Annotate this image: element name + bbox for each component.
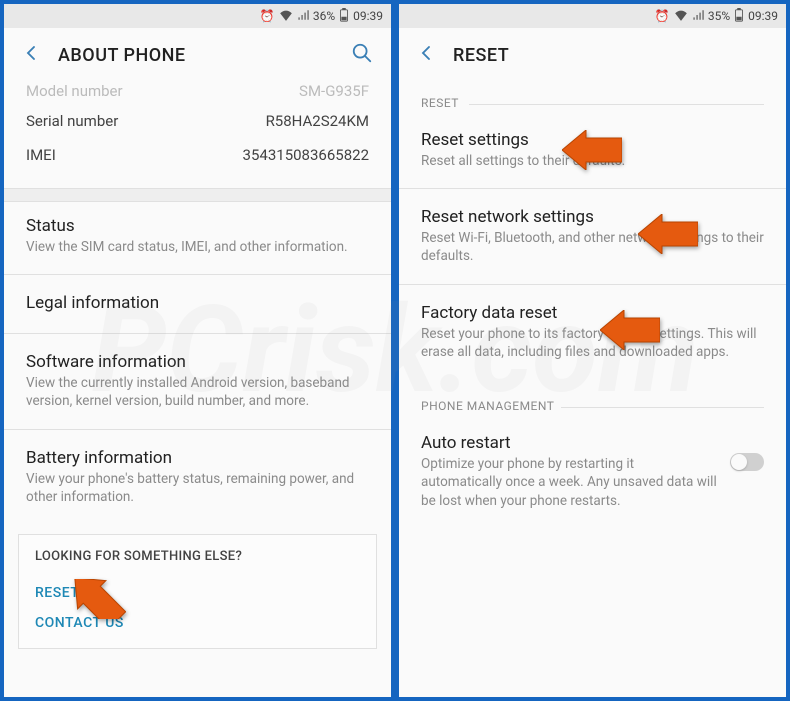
wifi-icon <box>279 9 293 24</box>
battery-percent: 35% <box>708 9 730 23</box>
item-desc: Reset Wi-Fi, Bluetooth, and other networ… <box>421 229 764 265</box>
page-title: ABOUT PHONE <box>58 45 333 66</box>
factory-reset-item[interactable]: Factory data reset Reset your phone to i… <box>399 289 786 375</box>
page-title: RESET <box>453 45 768 66</box>
item-title: Reset settings <box>421 130 764 150</box>
item-title: Battery information <box>26 448 369 468</box>
item-title: Legal information <box>26 293 369 313</box>
item-title: Status <box>26 216 369 236</box>
back-icon[interactable] <box>417 44 435 66</box>
status-bar: ⏰ 35% 09:39 <box>399 4 786 28</box>
info-row: Model number SM-G935F <box>4 82 391 104</box>
battery-icon <box>339 8 349 25</box>
info-value: R58HA2S24KM <box>266 112 369 130</box>
info-value: SM-G935F <box>299 82 369 100</box>
settings-item-battery[interactable]: Battery information View your phone's ba… <box>4 434 391 520</box>
info-row: IMEI 354315083665822 <box>4 138 391 172</box>
signal-icon <box>297 9 309 24</box>
settings-item-software[interactable]: Software information View the currently … <box>4 338 391 424</box>
item-title: Factory data reset <box>421 303 764 323</box>
header: RESET <box>399 28 786 82</box>
settings-item-legal[interactable]: Legal information <box>4 279 391 329</box>
auto-restart-toggle[interactable] <box>730 453 764 471</box>
item-desc: Reset your phone to its factory default … <box>421 325 764 361</box>
status-bar: ⏰ 36% 09:39 <box>4 4 391 28</box>
item-desc: View the SIM card status, IMEI, and othe… <box>26 238 369 256</box>
info-value: 354315083665822 <box>243 146 369 164</box>
item-desc: Reset all settings to their defaults. <box>421 152 764 170</box>
item-desc: Optimize your phone by restarting it aut… <box>421 455 718 510</box>
battery-icon <box>734 8 744 25</box>
back-icon[interactable] <box>22 44 40 66</box>
item-desc: View the currently installed Android ver… <box>26 374 369 410</box>
reset-link[interactable]: RESET <box>35 578 360 608</box>
search-icon[interactable] <box>351 42 373 68</box>
wifi-icon <box>674 9 688 24</box>
signal-icon <box>692 9 704 24</box>
item-desc: View your phone's battery status, remain… <box>26 470 369 506</box>
item-title: Software information <box>26 352 369 372</box>
battery-percent: 36% <box>313 9 335 23</box>
reset-settings-item[interactable]: Reset settings Reset all settings to the… <box>399 116 786 184</box>
reset-network-item[interactable]: Reset network settings Reset Wi-Fi, Blue… <box>399 193 786 279</box>
item-title: Reset network settings <box>421 207 764 227</box>
about-phone-screen: ⏰ 36% 09:39 ABOUT PHONE Model number SM-… <box>2 2 393 699</box>
alarm-icon: ⏰ <box>260 9 275 23</box>
info-row: Serial number R58HA2S24KM <box>4 104 391 138</box>
reset-screen: ⏰ 35% 09:39 RESET RESET Reset settings R… <box>397 2 788 699</box>
clock: 09:39 <box>748 9 778 23</box>
settings-item-status[interactable]: Status View the SIM card status, IMEI, a… <box>4 202 391 270</box>
item-title: Auto restart <box>421 433 718 453</box>
info-label: Serial number <box>26 112 118 130</box>
info-label: IMEI <box>26 146 56 164</box>
alarm-icon: ⏰ <box>655 9 670 23</box>
section-header-phone-mgmt: PHONE MANAGEMENT <box>399 385 786 419</box>
clock: 09:39 <box>353 9 383 23</box>
info-label: Model number <box>26 82 123 100</box>
looking-for-card: LOOKING FOR SOMETHING ELSE? RESET CONTAC… <box>18 534 377 649</box>
section-header-reset: RESET <box>399 82 786 116</box>
header: ABOUT PHONE <box>4 28 391 82</box>
card-header: LOOKING FOR SOMETHING ELSE? <box>35 549 360 564</box>
contact-us-link[interactable]: CONTACT US <box>35 608 360 638</box>
auto-restart-item[interactable]: Auto restart Optimize your phone by rest… <box>399 419 786 524</box>
